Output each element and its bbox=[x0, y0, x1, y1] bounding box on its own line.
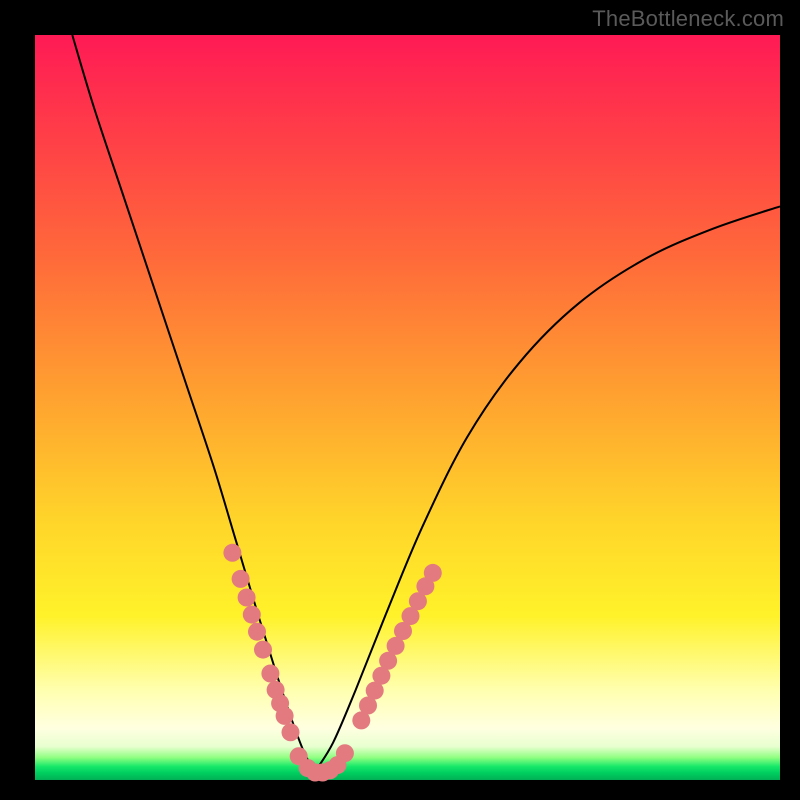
chart-svg bbox=[35, 35, 780, 780]
data-point-marker bbox=[243, 606, 261, 624]
chart-frame: TheBottleneck.com bbox=[0, 0, 800, 800]
data-point-marker bbox=[282, 723, 300, 741]
plot-area bbox=[35, 35, 780, 780]
marker-group bbox=[223, 544, 441, 782]
attribution-text: TheBottleneck.com bbox=[592, 6, 784, 32]
data-point-marker bbox=[232, 570, 250, 588]
data-point-marker bbox=[223, 544, 241, 562]
curve-left bbox=[72, 35, 314, 773]
data-point-marker bbox=[424, 564, 442, 582]
curve-right bbox=[314, 206, 780, 772]
curve-group bbox=[72, 35, 780, 773]
data-point-marker bbox=[336, 744, 354, 762]
data-point-marker bbox=[276, 707, 294, 725]
data-point-marker bbox=[238, 589, 256, 607]
data-point-marker bbox=[254, 641, 272, 659]
data-point-marker bbox=[248, 623, 266, 641]
data-point-marker bbox=[261, 665, 279, 683]
